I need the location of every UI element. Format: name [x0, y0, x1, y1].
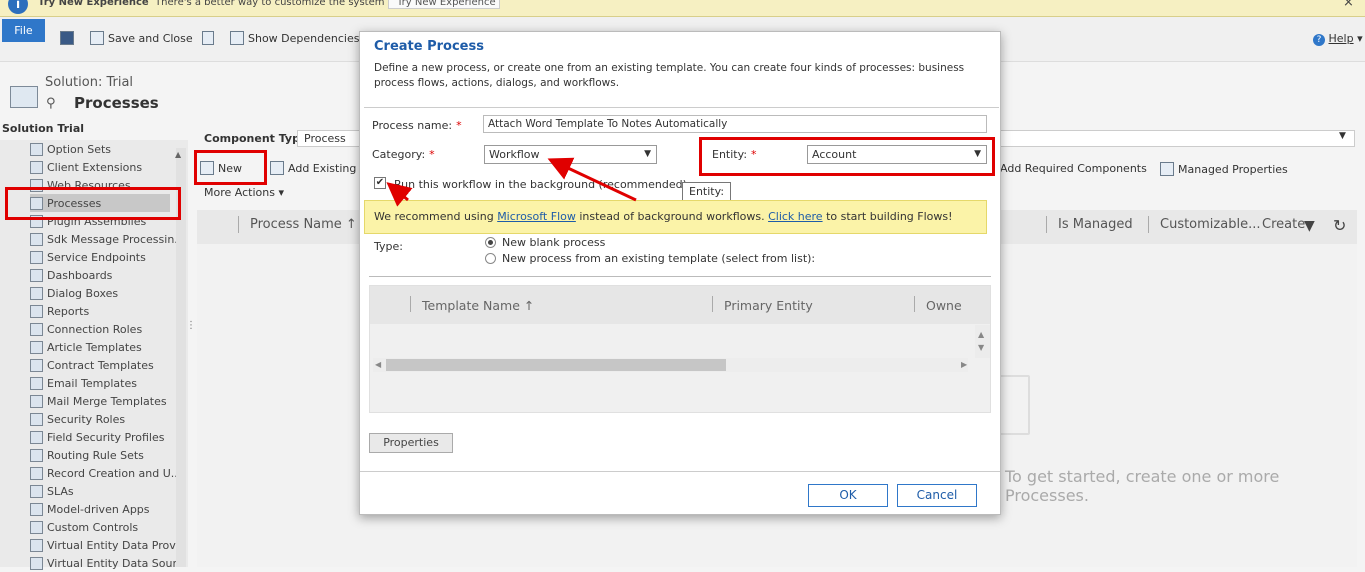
arrow-to-category	[547, 157, 637, 202]
annotation-arrows	[386, 157, 637, 207]
arrow-to-checkbox	[386, 182, 413, 207]
